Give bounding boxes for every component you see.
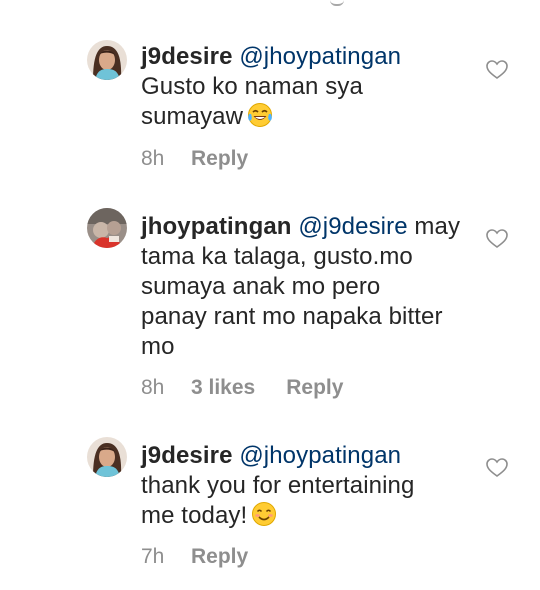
heart-outline-icon[interactable] xyxy=(486,458,510,480)
likes-count[interactable]: 3 likes xyxy=(191,375,255,401)
previous-comment-edge xyxy=(0,0,540,8)
comment-meta: 8h 3 likes Reply xyxy=(141,375,343,401)
comment-timestamp[interactable]: 8h xyxy=(141,146,191,172)
comment-text-line: may xyxy=(414,213,461,240)
comment-text: jhoypatingan @j9desire may tama ka talag… xyxy=(141,212,486,362)
tears-of-joy-emoji xyxy=(247,102,273,136)
reply-button[interactable]: Reply xyxy=(191,544,248,570)
heart-outline-icon[interactable] xyxy=(486,229,510,251)
reply-button[interactable]: Reply xyxy=(191,146,248,172)
avatar[interactable] xyxy=(87,40,127,80)
comment-text-line: panay rant mo napaka bitter xyxy=(141,303,443,330)
avatar[interactable] xyxy=(87,437,127,477)
comment-username[interactable]: j9desire xyxy=(141,43,233,70)
comment-text-line: sumayaw xyxy=(141,103,244,130)
comment-username[interactable]: j9desire xyxy=(141,442,233,469)
comment-meta: 7h Reply xyxy=(141,544,248,570)
comment-mention[interactable]: @jhoypatingan xyxy=(239,442,401,469)
avatar[interactable] xyxy=(87,208,127,248)
comment-timestamp[interactable]: 7h xyxy=(141,544,191,570)
comment-text-line: Gusto ko naman sya xyxy=(141,73,363,100)
comment-text-line: tama ka talaga, gusto.mo xyxy=(141,243,413,270)
comment-meta: 8h Reply xyxy=(141,146,248,172)
smiling-face-emoji xyxy=(251,501,277,535)
comment-text-line: mo xyxy=(141,333,175,360)
comment-text-line: sumaya anak mo pero xyxy=(141,273,381,300)
comment-text-line: thank you for entertaining xyxy=(141,472,415,499)
heart-outline-icon[interactable] xyxy=(486,60,510,82)
reply-button[interactable]: Reply xyxy=(286,375,343,401)
previous-reply-edge xyxy=(330,0,344,6)
comment-username[interactable]: jhoypatingan xyxy=(141,213,292,240)
comment-mention[interactable]: @j9desire xyxy=(298,213,407,240)
comment-text: j9desire @jhoypatingan thank you for ent… xyxy=(141,441,486,535)
comment-timestamp[interactable]: 8h xyxy=(141,375,191,401)
comment-text-line: me today! xyxy=(141,502,248,529)
comment-mention[interactable]: @jhoypatingan xyxy=(239,43,401,70)
comment-text: j9desire @jhoypatingan Gusto ko naman sy… xyxy=(141,42,486,136)
